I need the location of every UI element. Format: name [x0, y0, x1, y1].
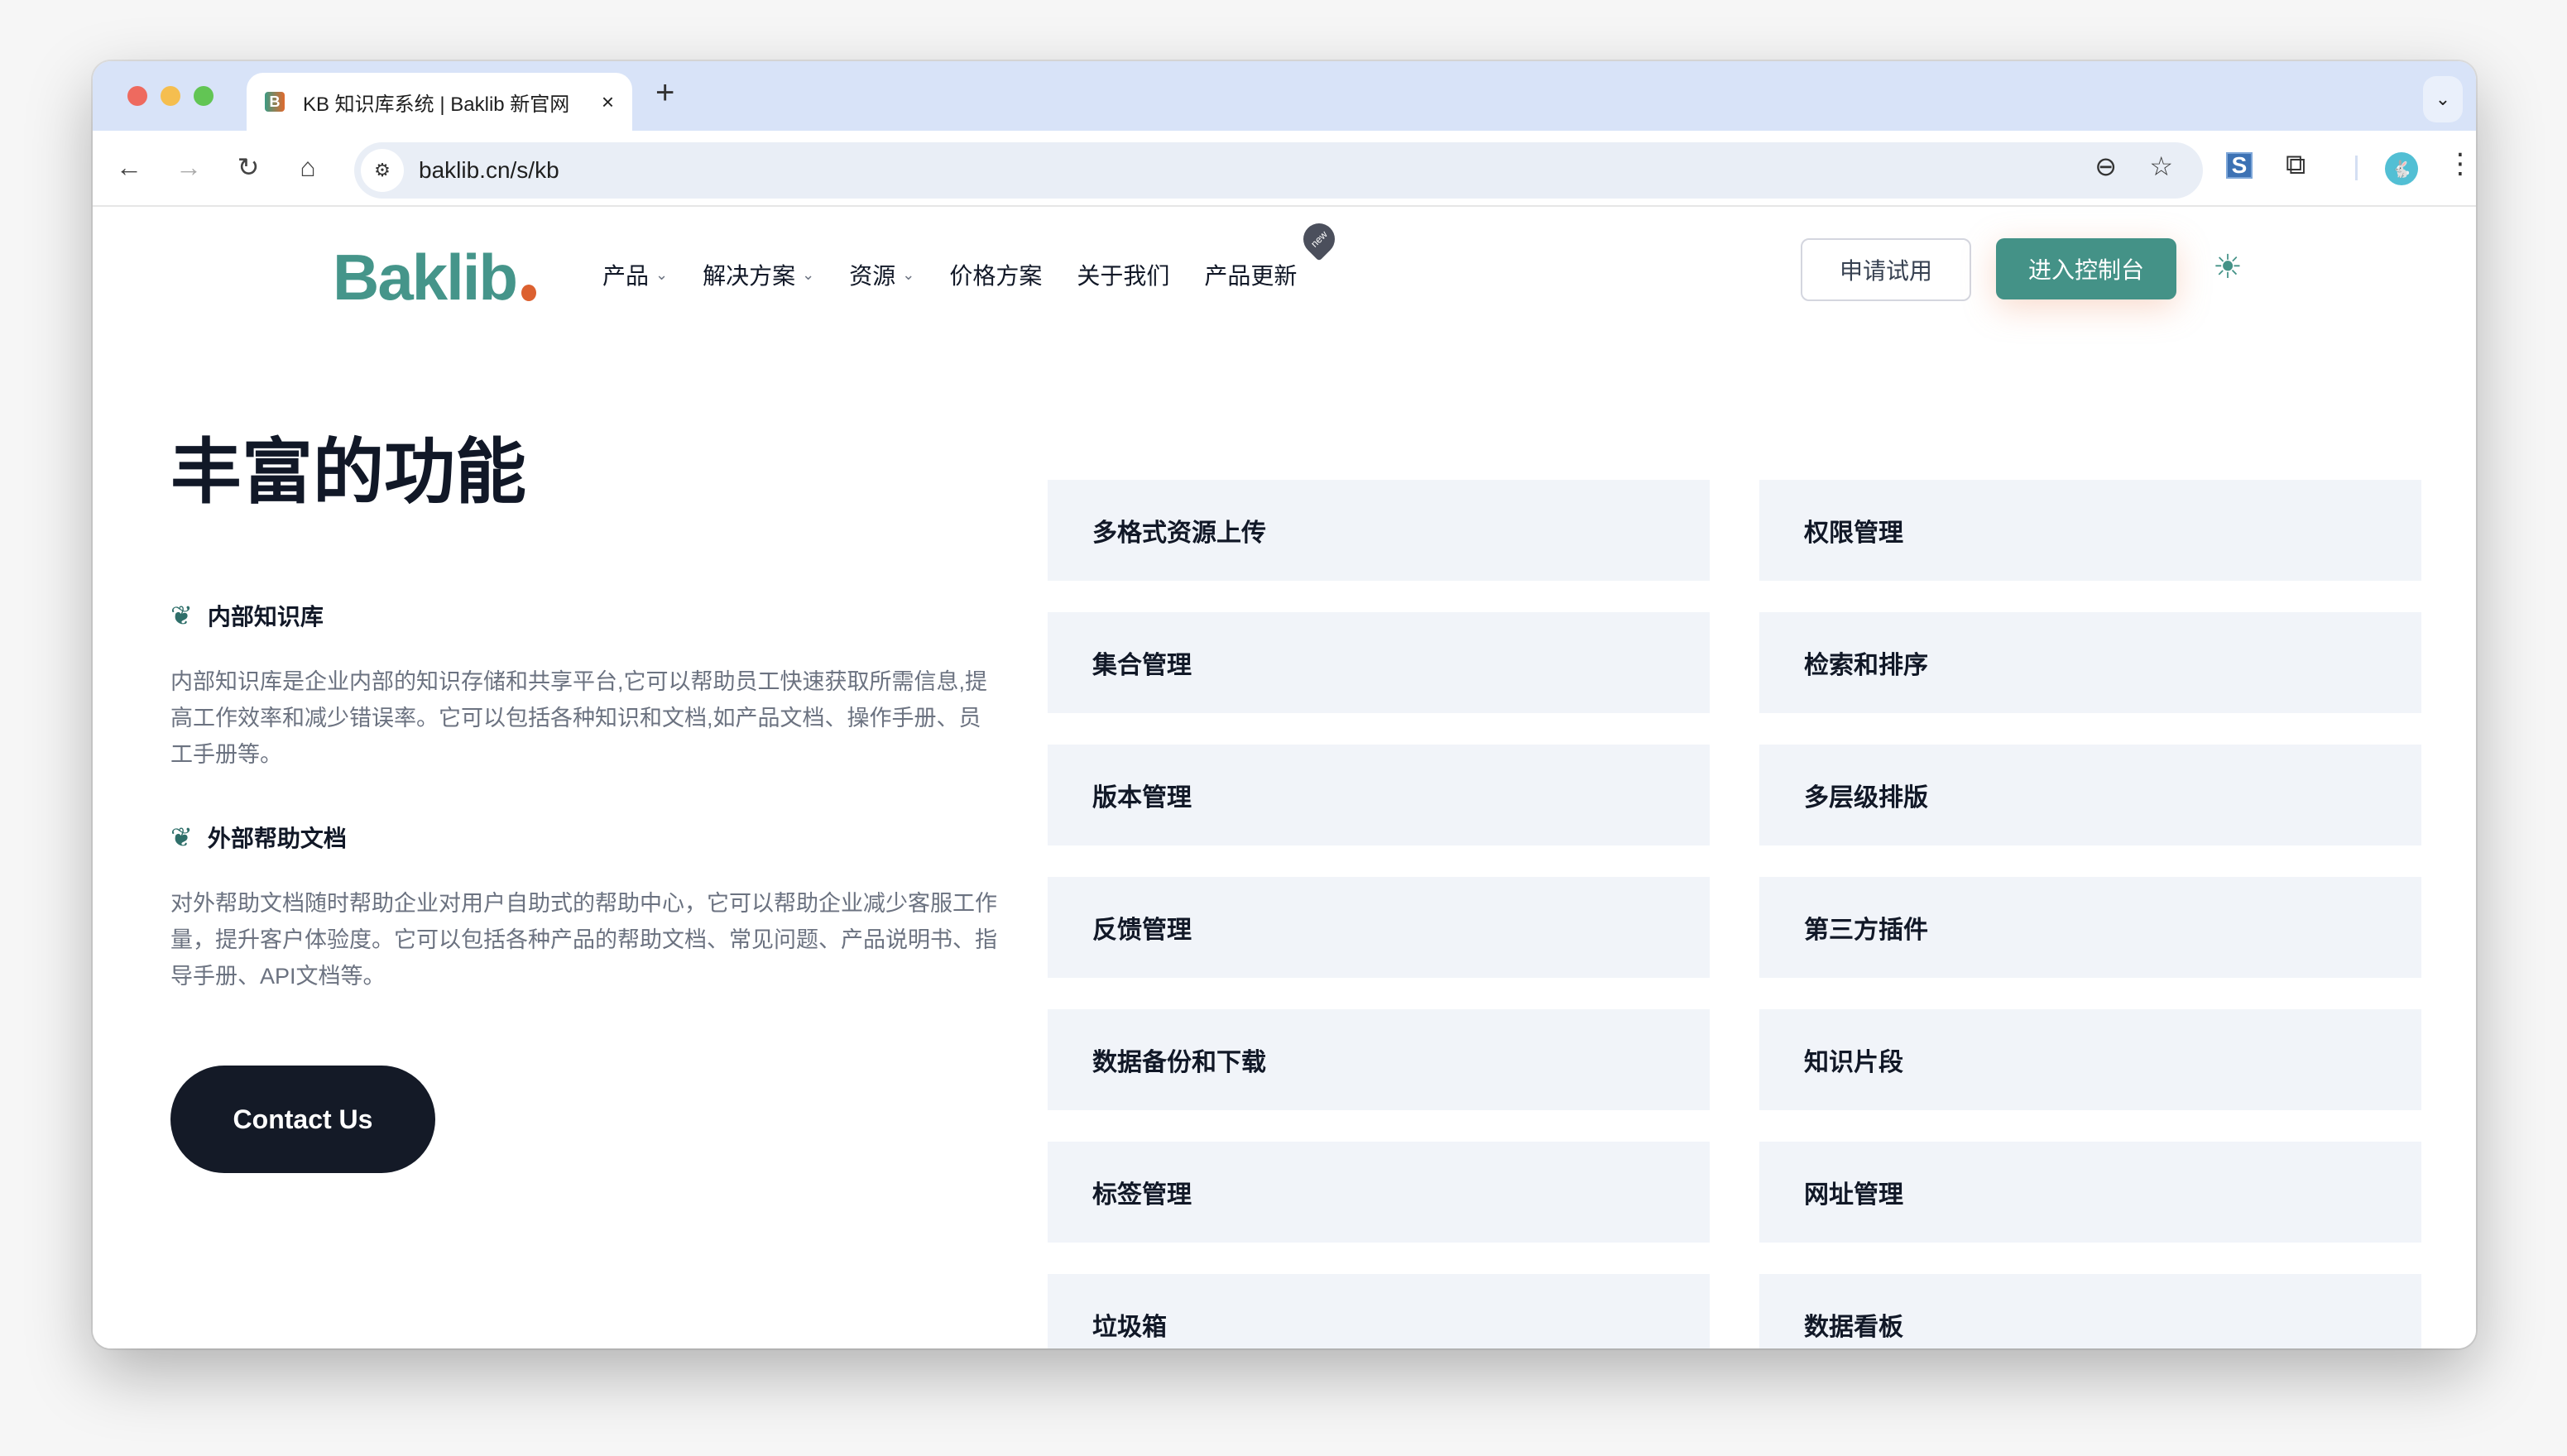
feature-card[interactable]: 版本管理: [1048, 745, 1710, 845]
feature-grid: 多格式资源上传 权限管理 集合管理 检索和排序 版本管理 多层级排版 反馈管理 …: [1048, 480, 2421, 1348]
nav-item-updates[interactable]: 产品更新 new: [1204, 217, 1342, 291]
nav-label: 解决方案: [703, 263, 796, 289]
feature-card[interactable]: 多层级排版: [1759, 745, 2421, 845]
chevron-down-icon: ⌄: [802, 266, 815, 283]
tab-strip: B KB 知识库系统 | Baklib 新官网 × + ⌄: [93, 61, 2476, 131]
maximize-window-button[interactable]: [194, 86, 214, 106]
feature-card[interactable]: 第三方插件: [1759, 877, 2421, 978]
browser-tab-active[interactable]: B KB 知识库系统 | Baklib 新官网 ×: [247, 73, 632, 131]
nav-item-products[interactable]: 产品 ⌄: [602, 258, 668, 291]
new-badge: new: [1297, 217, 1342, 261]
baklib-logo[interactable]: Baklib: [333, 240, 518, 315]
tab-title: KB 知识库系统 | Baklib 新官网: [303, 93, 570, 116]
feature-card[interactable]: 反馈管理: [1048, 877, 1710, 978]
site-info-icon[interactable]: ⚙: [361, 149, 404, 192]
apply-trial-button[interactable]: 申请试用: [1801, 238, 1971, 301]
feature-card[interactable]: 权限管理: [1759, 480, 2421, 581]
feature-card[interactable]: 垃圾箱: [1048, 1274, 1710, 1348]
enter-console-button[interactable]: 进入控制台: [1996, 238, 2176, 299]
chevron-down-icon: ⌄: [902, 266, 915, 283]
section-title-text: 外部帮助文档: [207, 826, 347, 851]
feature-card[interactable]: 知识片段: [1759, 1009, 2421, 1110]
feather-icon: ❦: [170, 822, 193, 852]
main-nav: 产品 ⌄ 解决方案 ⌄ 资源 ⌄ 价格方案 关于我们 产品更新 new: [602, 217, 1342, 291]
nav-label: 产品: [602, 263, 650, 289]
browser-menu-icon[interactable]: ⋮: [2446, 147, 2474, 180]
nav-label: 产品更新: [1204, 263, 1298, 289]
tab-search-chevron-icon[interactable]: ⌄: [2423, 76, 2463, 122]
tab-close-icon[interactable]: ×: [602, 89, 614, 115]
address-bar[interactable]: ⚙ baklib.cn/s/kb ⊖ ☆: [354, 142, 2203, 199]
zoom-out-icon[interactable]: ⊖: [2094, 151, 2117, 182]
section-title-external-help: ❦ 外部帮助文档: [170, 821, 347, 854]
contact-us-button[interactable]: Contact Us: [170, 1066, 435, 1173]
section-title-text: 内部知识库: [207, 604, 324, 630]
chevron-down-icon: ⌄: [655, 266, 669, 283]
section-description: 内部知识库是企业内部的知识存储和共享平台,它可以帮助员工快速获取所需信息,提高工…: [170, 669, 988, 767]
page-title: 丰富的功能: [170, 433, 526, 512]
nav-item-resources[interactable]: 资源 ⌄: [849, 258, 914, 291]
nav-item-about[interactable]: 关于我们: [1077, 258, 1169, 291]
feature-card[interactable]: 网址管理: [1759, 1142, 2421, 1243]
feature-card[interactable]: 检索和排序: [1759, 612, 2421, 713]
feature-card[interactable]: 数据备份和下载: [1048, 1009, 1710, 1110]
toolbar-divider: [2355, 156, 2358, 180]
extensions-puzzle-icon[interactable]: ⧉: [2286, 149, 2306, 181]
section-title-internal-kb: ❦ 内部知识库: [170, 599, 324, 632]
url-text[interactable]: baklib.cn/s/kb: [419, 157, 559, 184]
profile-avatar[interactable]: 🐇: [2385, 152, 2418, 185]
feature-card[interactable]: 标签管理: [1048, 1142, 1710, 1243]
sun-icon[interactable]: ☀: [2213, 248, 2243, 286]
forward-arrow-icon[interactable]: →: [170, 149, 207, 185]
logo-dot: [521, 285, 536, 301]
feature-card[interactable]: 集合管理: [1048, 612, 1710, 713]
new-tab-button[interactable]: +: [655, 76, 674, 109]
close-window-button[interactable]: [127, 86, 147, 106]
browser-window: B KB 知识库系统 | Baklib 新官网 × + ⌄ ← → ↻ ⌂ ⚙ …: [93, 61, 2476, 1348]
web-page: Baklib 产品 ⌄ 解决方案 ⌄ 资源 ⌄ 价格方案 关于我们 产品更新 n…: [93, 207, 2476, 1348]
feather-icon: ❦: [170, 601, 193, 630]
minimize-window-button[interactable]: [161, 86, 180, 106]
nav-item-solutions[interactable]: 解决方案 ⌄: [703, 258, 814, 291]
nav-item-pricing[interactable]: 价格方案: [949, 258, 1042, 291]
favicon-icon: B: [265, 92, 285, 112]
back-arrow-icon[interactable]: ←: [111, 149, 147, 185]
reload-icon[interactable]: ↻: [230, 149, 266, 185]
home-icon[interactable]: ⌂: [290, 149, 326, 185]
feature-card[interactable]: 多格式资源上传: [1048, 480, 1710, 581]
feature-card[interactable]: 数据看板: [1759, 1274, 2421, 1348]
extension-s-icon[interactable]: S: [2226, 152, 2253, 179]
browser-toolbar: ← → ↻ ⌂ ⚙ baklib.cn/s/kb ⊖ ☆ S ⧉ 🐇 ⋮: [93, 131, 2476, 207]
nav-label: 资源: [849, 263, 896, 289]
bookmark-star-icon[interactable]: ☆: [2149, 151, 2173, 182]
section-description: 对外帮助文档随时帮助企业对用户自助式的帮助中心，它可以帮助企业减少客服工作量，提…: [170, 891, 997, 989]
